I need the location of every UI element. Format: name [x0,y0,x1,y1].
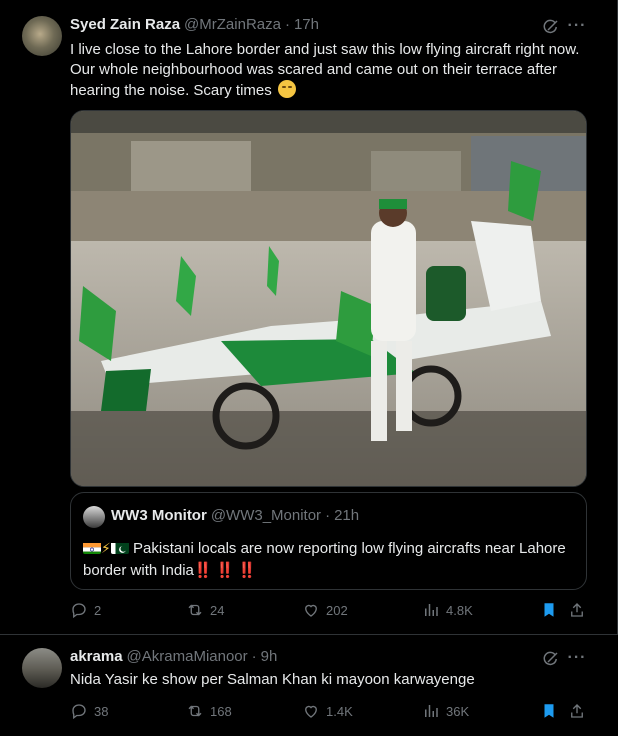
more-options-icon[interactable]: ··· [566,647,588,669]
separator-dot: · [284,16,290,33]
heart-icon [305,604,317,617]
bookmark-button[interactable] [540,702,558,720]
quoted-author-name: WW3 Monitor [111,507,207,524]
pakistan-flag-icon [110,541,129,554]
reply-count: 38 [94,703,109,719]
exclamation-icon: ‼️ [193,562,213,579]
smiling-face-icon [277,80,296,98]
heart-icon [305,705,317,718]
author-name[interactable]: Syed Zain Raza [70,16,180,33]
timestamp[interactable]: 9h [261,648,278,665]
exclamation-icon: ‼️ [215,562,235,579]
tweet-divider [0,634,618,635]
quoted-author-handle: @WW3_Monitor [210,507,322,524]
quoted-tweet[interactable]: WW3 Monitor @WW3_Monitor · 21h ⚡ Pakista… [70,492,587,590]
tweet-actions: 2 24 202 4.8K [70,601,590,621]
reply-count: 2 [94,602,102,618]
views-count: 36K [446,703,470,719]
like-button[interactable]: 202 [302,601,348,619]
more-options-icon[interactable]: ··· [566,15,588,37]
avatar[interactable] [22,648,62,688]
repost-button[interactable]: 24 [186,601,224,619]
tweet[interactable]: Syed Zain Raza @MrZainRaza · 17h ··· I l… [0,0,618,635]
analytics-icon [425,705,438,717]
like-count: 1.4K [326,703,353,719]
bookmark-icon [544,603,554,617]
timestamp[interactable]: 17h [294,16,319,33]
tweet-actions: 38 168 1.4K 36K [70,702,590,722]
bookmark-button[interactable] [540,601,558,619]
share-button[interactable] [568,601,586,619]
avatar[interactable] [22,16,62,56]
reply-icon [72,704,86,720]
repost-button[interactable]: 168 [186,702,232,720]
author-handle[interactable]: @MrZainRaza [184,16,281,33]
tweet-image[interactable] [70,110,587,487]
tweet-text: Nida Yasir ke show per Salman Khan ki ma… [70,671,475,688]
reply-button[interactable]: 38 [70,702,108,720]
author-handle[interactable]: @AkramaMianoor [127,648,248,665]
share-icon [571,603,583,617]
views-button[interactable]: 36K [422,702,469,720]
share-button[interactable] [568,702,586,720]
quoted-text: ⚡ Pakistani locals are now reporting low… [83,537,573,582]
repost-count: 24 [210,602,225,618]
tweet-text-body: I live close to the Lahore border and ju… [70,41,580,99]
bookmark-icon [544,704,554,718]
grok-icon[interactable] [540,16,562,38]
quoted-header: WW3 Monitor @WW3_Monitor · 21h [111,507,359,524]
reply-icon [72,603,86,619]
tweet-header: Syed Zain Raza @MrZainRaza · 17h [70,16,319,36]
views-button[interactable]: 4.8K [422,601,473,619]
repost-icon [188,604,202,616]
tweet[interactable]: akrama @AkramaMianoor · 9h ··· Nida Yasi… [0,636,618,736]
views-count: 4.8K [446,602,473,618]
quoted-timestamp: 21h [334,507,360,524]
tweet-text: I live close to the Lahore border and ju… [70,40,590,101]
repost-icon [188,705,202,717]
repost-count: 168 [210,703,232,719]
lightning-icon: ⚡ [101,540,111,556]
separator-dot: · [251,648,257,665]
like-button[interactable]: 1.4K [302,702,353,720]
share-icon [571,704,583,718]
india-flag-icon [83,541,101,554]
like-count: 202 [326,602,348,618]
tweet-header: akrama @AkramaMianoor · 9h [70,648,277,668]
analytics-icon [425,604,438,616]
author-name[interactable]: akrama [70,648,123,665]
separator-dot: · [325,507,331,524]
grok-icon[interactable] [540,648,562,670]
exclamation-icon: ‼️ [237,562,257,579]
quoted-text-body: Pakistani locals are now reporting low f… [83,540,566,579]
quoted-avatar [83,506,105,528]
reply-button[interactable]: 2 [70,601,101,619]
